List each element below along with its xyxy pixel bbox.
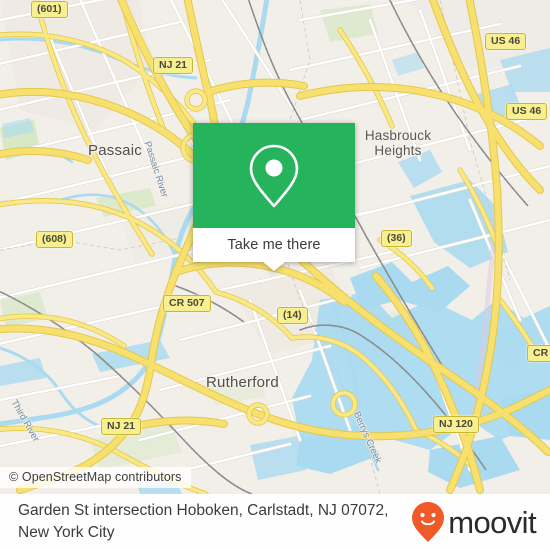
road-shield-nj120[interactable]: NJ 120 (433, 416, 479, 433)
moovit-pin-smiley-icon (412, 502, 445, 542)
road-shield-601[interactable]: (601) (31, 1, 68, 18)
map-pin-icon (249, 144, 299, 207)
road-shield-36[interactable]: (36) (381, 230, 412, 247)
address-text: Garden St intersection Hoboken, Carlstad… (18, 502, 389, 541)
road-shield-cr507[interactable]: CR 507 (163, 295, 211, 312)
road-shield-14[interactable]: (14) (277, 307, 308, 324)
bottom-info-bar: Garden St intersection Hoboken, Carlstad… (0, 494, 550, 550)
popup-header (193, 123, 355, 228)
screenshot-root: .w { fill:#aadaf0; } .wl { stroke:#aadaf… (0, 0, 550, 550)
moovit-logo[interactable]: moovit (411, 501, 537, 543)
road-shield-cr[interactable]: CR (527, 345, 550, 362)
map-canvas[interactable]: .w { fill:#aadaf0; } .wl { stroke:#aadaf… (0, 0, 550, 494)
moovit-wordmark: moovit (448, 504, 536, 540)
road-shield-us46-n[interactable]: US 46 (485, 33, 527, 50)
popup-action-label: Take me there (227, 237, 321, 253)
road-shield-nj21-s[interactable]: NJ 21 (101, 418, 142, 435)
map-attribution[interactable]: © OpenStreetMap contributors (0, 467, 191, 488)
popup-action-button[interactable]: Take me there (193, 228, 355, 262)
road-shield-nj21-n[interactable]: NJ 21 (153, 57, 194, 74)
popup-pointer-tail (263, 262, 285, 271)
road-shield-us46-s[interactable]: US 46 (506, 103, 548, 120)
location-popup-card[interactable]: Take me there (193, 123, 355, 271)
road-shield-608[interactable]: (608) (36, 231, 73, 248)
